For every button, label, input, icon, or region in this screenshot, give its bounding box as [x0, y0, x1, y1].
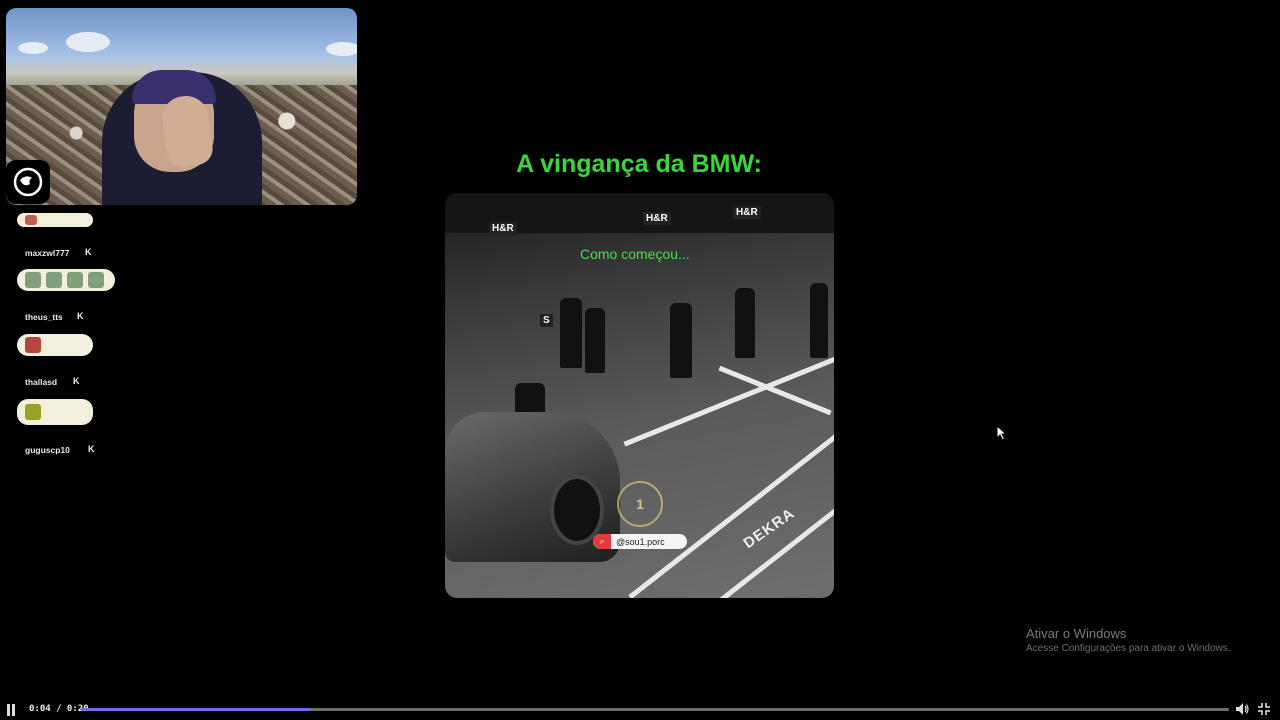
windows-activation-title: Ativar o Windows [1026, 626, 1127, 641]
chat-username: guguscp10 [25, 445, 70, 455]
chat-username: maxzwl777 [25, 248, 70, 258]
chat-message-bubble [17, 399, 93, 425]
video-caption: Como começou... [580, 246, 690, 262]
chat-username: thallasd [25, 377, 58, 387]
playback-time: 0:04 / 0:20 [29, 704, 89, 714]
chat-message-bubble [17, 213, 93, 227]
search-icon: ⌕ [593, 534, 611, 549]
emote-icon [46, 272, 62, 288]
watermark-logo: 1 [617, 481, 663, 527]
pause-icon[interactable] [6, 704, 16, 716]
sponsor-sign: H&R [733, 206, 761, 219]
mouse-cursor-icon [996, 425, 1008, 441]
kick-icon: K [77, 311, 84, 321]
creator-handle-tag: ⌕ @sou1.porc [593, 534, 687, 549]
sponsor-sign: H&R [489, 222, 517, 235]
chat-username: theus_tts [25, 312, 63, 322]
chat-message-bubble [17, 269, 115, 291]
emote-icon [25, 272, 41, 288]
creator-handle: @sou1.porc [616, 536, 665, 547]
video-title: A vingança da BMW: [516, 150, 762, 178]
sponsor-sign: H&R [643, 212, 671, 225]
kick-icon: K [88, 444, 95, 454]
emote-icon [25, 404, 41, 420]
volume-icon[interactable] [1235, 702, 1249, 716]
sponsor-sign: S [540, 314, 553, 327]
chat-message-bubble [17, 334, 93, 356]
kick-icon: K [73, 376, 80, 386]
kick-icon: K [85, 247, 92, 257]
windows-activation-subtitle: Acesse Configurações para ativar o Windo… [1026, 643, 1231, 654]
webcam-overlay [6, 8, 357, 205]
emote-icon [25, 337, 41, 353]
progress-fill [81, 708, 311, 711]
emote-icon [67, 272, 83, 288]
progress-bar[interactable] [81, 708, 1229, 711]
emote-icon [88, 272, 104, 288]
exit-fullscreen-icon[interactable] [1257, 702, 1271, 716]
channel-logo-icon [6, 160, 50, 204]
player-controls: 0:04 / 0:20 [0, 700, 1280, 720]
